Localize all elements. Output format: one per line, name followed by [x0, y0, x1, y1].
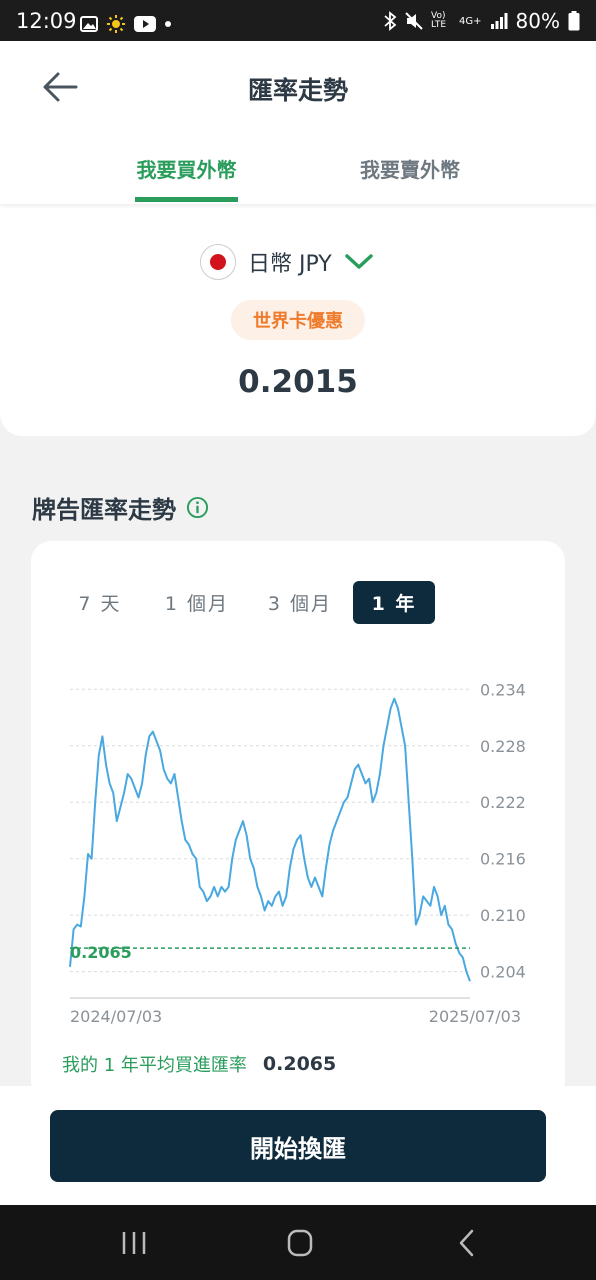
signal-icon	[490, 13, 508, 29]
mute-icon	[405, 12, 423, 30]
recent-apps-icon[interactable]	[114, 1227, 154, 1259]
home-icon[interactable]	[280, 1227, 320, 1259]
exchange-rate: 0.2015	[238, 364, 358, 400]
y-tick-label: 0.210	[480, 906, 526, 925]
back-nav-icon[interactable]	[448, 1227, 488, 1259]
currency-name: 日幣 JPY	[248, 252, 332, 277]
volte-icon: Vo) LTE	[431, 11, 447, 30]
y-tick-label: 0.222	[480, 793, 526, 812]
average-rate-marker-label: 0.2065	[70, 943, 132, 962]
sun-icon	[107, 15, 125, 33]
system-nav-bar	[0, 1205, 596, 1280]
rate-trend-chart: 0.234 0.228 0.222 0.216 0.210 0.204 2024/07/03…	[69, 680, 526, 1026]
section-title-text: 牌告匯率走勢	[32, 496, 176, 524]
network-type: 4G+	[459, 15, 482, 27]
y-tick-label: 0.204	[480, 963, 526, 982]
currency-card: 日幣 JPY 世界卡優惠 0.2015	[0, 204, 596, 436]
average-rate-value: 0.2065	[262, 1053, 337, 1075]
section-title: 牌告匯率走勢	[32, 490, 209, 525]
x-tick-label: 2024/07/03	[70, 1007, 162, 1026]
bottom-action-bar: 開始換匯	[0, 1086, 596, 1205]
rate-series-line	[69, 697, 471, 982]
bluetooth-icon	[384, 11, 397, 31]
tab-sell-foreign-currency[interactable]: 我要賣外幣	[355, 154, 465, 183]
chevron-down-icon[interactable]	[344, 252, 374, 272]
battery-percent: 80%	[515, 9, 560, 33]
active-tab-indicator	[135, 197, 238, 202]
y-tick-label: 0.228	[480, 737, 526, 756]
status-time: 12:09	[16, 9, 77, 33]
promo-badge: 世界卡優惠	[231, 300, 365, 340]
page-title: 匯率走勢	[247, 76, 348, 105]
image-icon	[80, 16, 98, 32]
app-header: 匯率走勢 我要買外幣 我要賣外幣	[0, 41, 596, 204]
average-rate-label: 我的 1 年平均買進匯率	[62, 1055, 247, 1076]
tab-buy-foreign-currency[interactable]: 我要買外幣	[135, 154, 238, 183]
status-bar: 12:09 Vo) LTE 4G+ 80%	[0, 0, 596, 41]
japan-flag-icon	[200, 244, 236, 280]
youtube-icon	[134, 16, 156, 32]
x-tick-label: 2025/07/03	[429, 1007, 521, 1026]
info-icon[interactable]	[186, 496, 209, 519]
battery-icon	[568, 11, 580, 31]
chart-card: 7 天 1 個月 3 個月 1 年 0.234 0.228 0.222 0.216 0.…	[31, 541, 565, 1101]
y-tick-label: 0.234	[480, 680, 526, 699]
currency-selector[interactable]: 日幣 JPY	[200, 244, 374, 280]
y-tick-label: 0.216	[480, 850, 526, 869]
average-rate-row: 我的 1 年平均買進匯率 0.2065	[62, 1051, 336, 1077]
start-exchange-button[interactable]: 開始換匯	[50, 1110, 546, 1182]
notification-dot-icon	[165, 21, 171, 27]
